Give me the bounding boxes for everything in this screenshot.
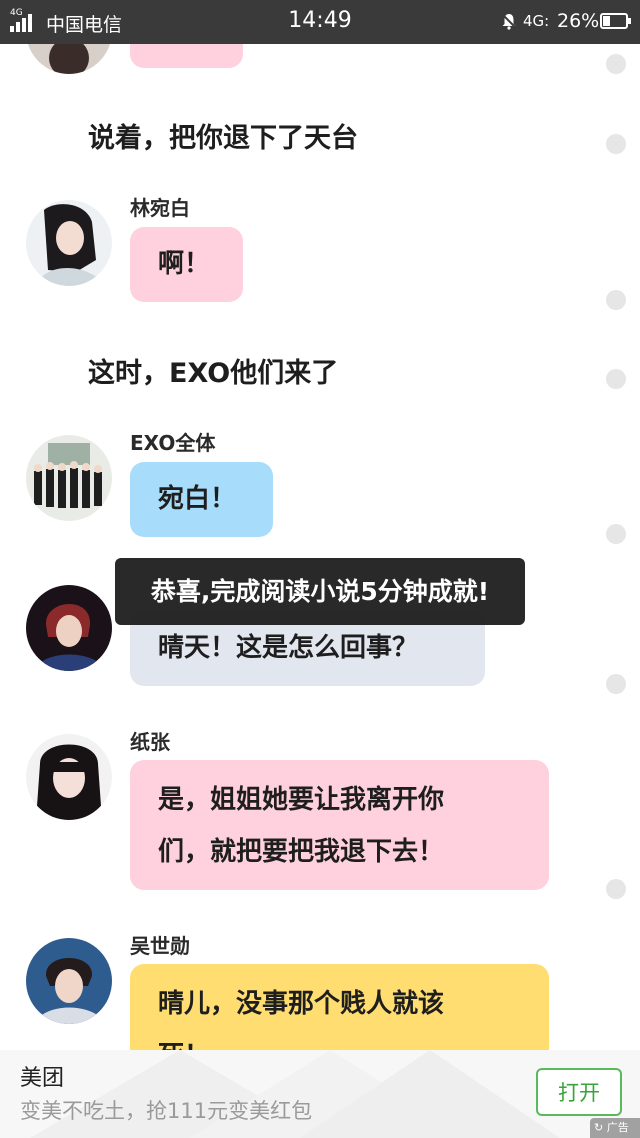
message-bubble[interactable]: 啊！ — [130, 227, 243, 302]
avatar-zhizhang[interactable] — [26, 734, 112, 820]
rail-dot — [606, 369, 626, 389]
achievement-toast: 恭喜,完成阅读小说5分钟成就! — [115, 558, 525, 625]
battery-percent: 26% — [557, 10, 600, 32]
ad-open-button[interactable]: 打开 — [536, 1068, 622, 1116]
partial-message-bubble — [130, 44, 243, 68]
ad-label-text: 广告 — [606, 1121, 629, 1134]
ad-description: 变美不吃土，抢111元变美红包 — [20, 1099, 313, 1123]
ad-label[interactable]: ↻ 广告 — [590, 1118, 640, 1138]
mobile-data-indicator: 4G: — [523, 12, 550, 30]
avatar[interactable] — [26, 44, 112, 74]
ad-title: 美团 — [20, 1066, 65, 1091]
speaker-name: 吴世勋 — [130, 934, 190, 958]
speaker-name: EXO全体 — [130, 431, 216, 455]
message-text-line: 是，姐姐她要让我离开你 — [158, 785, 445, 815]
message-text: 宛白！ — [158, 484, 237, 514]
narration-line: 说着，把你退下了天台 — [88, 123, 358, 154]
rail-dot — [606, 879, 626, 899]
rail-dot — [606, 54, 626, 74]
speaker-name: 林宛白 — [130, 196, 190, 220]
ad-banner[interactable]: 美团 变美不吃土，抢111元变美红包 打开 — [0, 1050, 640, 1138]
avatar-lin-wanbai[interactable] — [26, 200, 112, 286]
message-bubble[interactable]: 是，姐姐她要让我离开你 们，就把要把我退下去！ — [130, 760, 549, 890]
message-bubble[interactable]: 宛白！ — [130, 462, 273, 537]
battery-icon — [600, 13, 631, 29]
avatar-exo-group[interactable] — [26, 435, 112, 521]
rail-dot — [606, 134, 626, 154]
message-text-line: 们，就把要把我退下去！ — [158, 837, 445, 867]
avatar[interactable] — [26, 585, 112, 671]
rail-dot — [606, 290, 626, 310]
rail-dot — [606, 674, 626, 694]
speaker-name: 纸张 — [130, 730, 170, 754]
message-text-line: 晴儿，没事那个贱人就该 — [158, 989, 445, 1019]
message-text-line: 死！ — [158, 1030, 521, 1050]
message-bubble[interactable]: 晴儿，没事那个贱人就该 死！ — [130, 964, 549, 1050]
rail-dot — [606, 524, 626, 544]
narration-line: 这时，EXO他们来了 — [88, 358, 339, 389]
message-text: 啊！ — [158, 249, 211, 279]
avatar-wu-shixun[interactable] — [26, 938, 112, 1024]
mute-bell-icon — [501, 13, 517, 30]
chat-area[interactable]: 说着，把你退下了天台 林宛白 啊！ 这时，EXO他们来了 EXO全体 宛白！ 晴… — [0, 44, 640, 1050]
status-bar: 4G 中国电信 14:49 4G: 26% — [0, 0, 640, 44]
